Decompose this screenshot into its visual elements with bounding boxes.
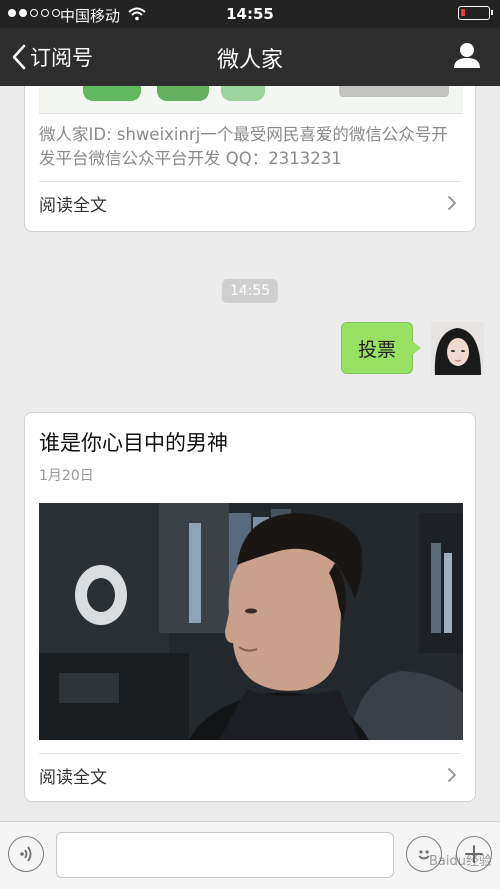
outgoing-message-row: 投票 [340,322,484,375]
avatar[interactable] [431,322,484,375]
voice-input-button[interactable] [8,836,44,872]
avatar-photo [431,322,484,375]
read-full-article-link[interactable]: 阅读全文 [39,755,461,795]
battery-icon [458,6,493,20]
article-cover-photo [39,503,463,740]
profile-button[interactable] [452,41,482,73]
watermark: Baidu经验 [429,854,492,869]
outgoing-message-text: 投票 [357,338,396,361]
message-input-bar: Baidu经验 [0,821,500,889]
message-timestamp: 14:55 [221,279,279,303]
read-full-article-link[interactable]: 阅读全文 [39,183,461,223]
read-full-article-label: 阅读全文 [39,195,107,216]
message-text-input[interactable] [56,832,394,878]
nav-bar: 订阅号 微人家 [0,28,500,86]
article-date: 1月20日 [39,468,94,484]
article-card[interactable]: 谁是你心目中的男神 1月20日 阅读全文 [24,412,476,802]
article-card-previous[interactable]: 微人家ID: shweixinrj一个最受网民喜爱的微信公众号开发平台微信公众平… [24,86,476,232]
chevron-right-icon [448,196,457,210]
divider [39,181,461,182]
read-full-article-label: 阅读全文 [39,767,107,788]
chevron-right-icon [448,768,457,782]
outgoing-message-bubble[interactable]: 投票 [340,322,422,374]
chat-area[interactable]: 微人家ID: shweixinrj一个最受网民喜爱的微信公众号开发平台微信公众平… [0,86,500,821]
page-title: 微人家 [216,48,283,73]
article-cover-image[interactable] [39,503,463,740]
status-bar: 中国移动 14:55 [0,0,500,28]
article-banner-image [39,86,463,114]
article-title[interactable]: 谁是你心目中的男神 [39,427,228,457]
voice-icon [20,846,32,862]
article-description: 微人家ID: shweixinrj一个最受网民喜爱的微信公众号开发平台微信公众平… [39,125,448,168]
status-time: 14:55 [226,5,274,23]
divider [39,753,461,754]
person-icon [454,43,480,68]
